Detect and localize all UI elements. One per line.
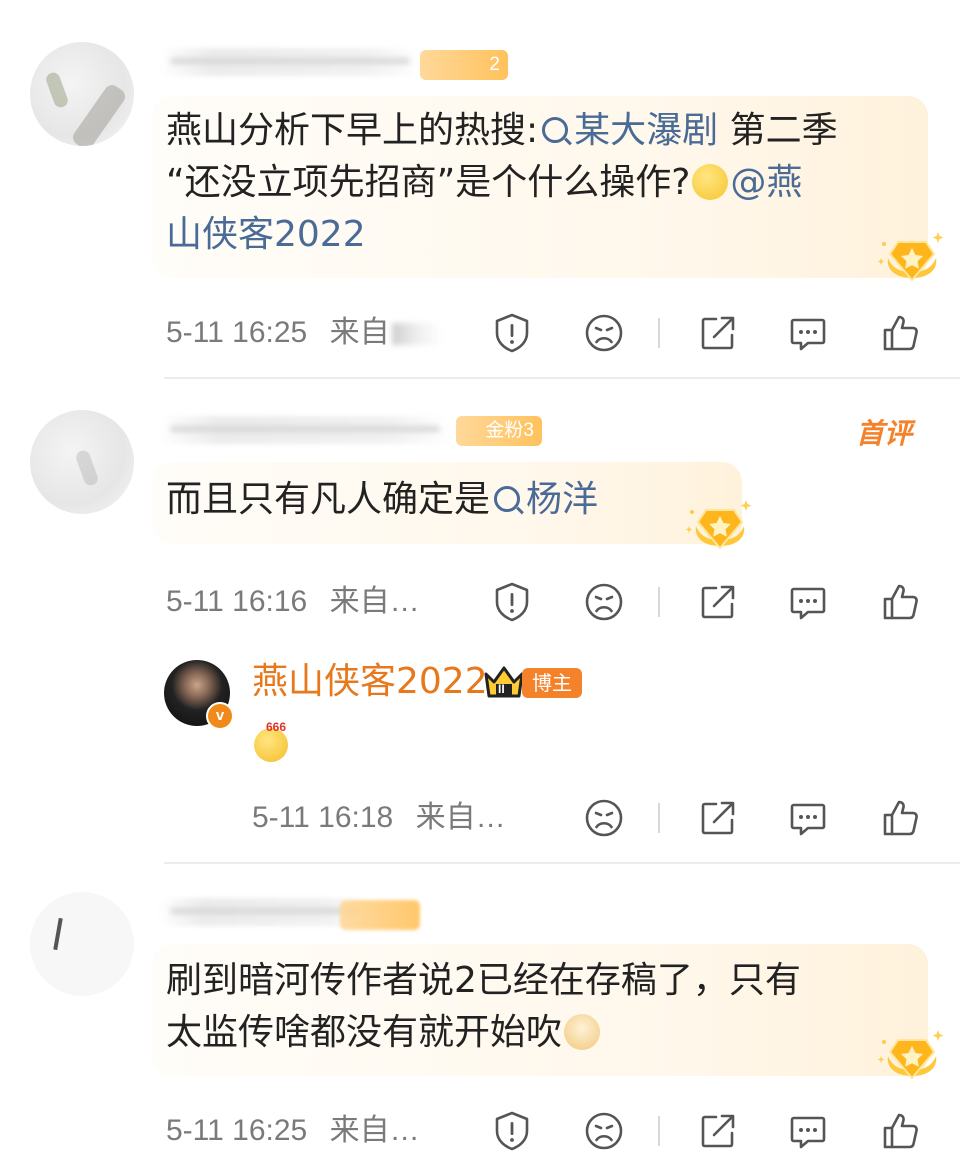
report-icon[interactable] <box>490 580 534 624</box>
dislike-icon[interactable] <box>582 580 626 624</box>
share-icon[interactable] <box>696 796 740 840</box>
sticker-text: 666 <box>266 720 287 734</box>
like-icon[interactable] <box>878 1109 922 1153</box>
first-comment-tag: 首评 <box>856 417 913 450</box>
share-icon[interactable] <box>696 580 740 624</box>
comment-icon[interactable] <box>786 580 830 624</box>
commenter-name-redacted[interactable] <box>160 48 420 76</box>
reply-meta: 5-11 16:18 来自… <box>252 798 506 838</box>
hot-search-label: 某大瀑剧 <box>574 110 719 151</box>
reply-time: 5-11 16:18 <box>252 801 394 834</box>
comment-source: 来自… <box>329 585 420 618</box>
fan-badge-redacted <box>340 900 420 930</box>
crown-level: II <box>498 682 505 696</box>
mention-link-cont[interactable]: 山侠客2022 <box>166 214 366 255</box>
comment-icon[interactable] <box>786 1109 830 1153</box>
blogger-name[interactable]: 燕山侠客2022 <box>252 659 488 705</box>
comment-meta: 5-11 16:25 来自… <box>166 1111 420 1151</box>
dislike-icon[interactable] <box>582 1109 626 1153</box>
report-icon[interactable] <box>490 311 534 355</box>
like-icon[interactable] <box>878 311 922 355</box>
comment-meta: 5-11 16:16 来自… <box>166 582 420 622</box>
comment-icon[interactable] <box>786 796 830 840</box>
verified-v-icon: v <box>206 702 234 730</box>
gold-star-medal-icon <box>876 1026 948 1086</box>
share-icon[interactable] <box>696 311 740 355</box>
fan-badge: 2 <box>420 50 508 80</box>
commenter-avatar[interactable] <box>30 892 134 996</box>
comment-text-plain: 而且只有凡人确定是 <box>166 479 491 520</box>
commenter-name-redacted[interactable] <box>160 898 370 926</box>
action-separator <box>658 803 660 833</box>
comment-source: 来自… <box>329 1114 420 1147</box>
search-icon <box>494 486 521 512</box>
comment-time: 5-11 16:16 <box>166 585 308 618</box>
source-redacted <box>391 323 442 346</box>
like-icon[interactable] <box>878 796 922 840</box>
report-icon[interactable] <box>490 1109 534 1153</box>
share-icon[interactable] <box>696 1109 740 1153</box>
laugh-cry-emoji-icon <box>692 164 729 200</box>
hot-search-label: 杨洋 <box>526 479 599 520</box>
comment-text-plain: 燕山分析下早上的热搜: <box>166 110 539 151</box>
hot-search-link[interactable]: 某大瀑剧 <box>538 110 718 151</box>
comment-source: 来自 <box>329 316 390 349</box>
crown-icon: II <box>482 664 526 700</box>
blogger-tag: 博主 <box>522 668 582 698</box>
doge-emoji-icon <box>564 1014 601 1050</box>
comment-text-line1: 刷到暗河传作者说2已经在存稿了，只有 <box>166 960 801 1001</box>
sticker-666-emoji-icon: 666 <box>252 720 292 762</box>
comment-text: 刷到暗河传作者说2已经在存稿了，只有 太监传啥都没有就开始吹 <box>166 955 926 1059</box>
comment-text: 燕山分析下早上的热搜: 某大瀑剧 第二季 “还没立项先招商”是个什么操作? @燕 山… <box>166 105 926 261</box>
comment-text-after: 第二季 <box>718 110 838 151</box>
comment-time: 5-11 16:25 <box>166 1114 308 1147</box>
action-separator <box>658 587 660 617</box>
comment-text-line2: “还没立项先招商”是个什么操作? <box>166 162 691 203</box>
hot-search-link[interactable]: 杨洋 <box>490 479 598 520</box>
comment-divider <box>164 862 960 864</box>
mention-link[interactable]: @燕 <box>730 162 802 203</box>
search-icon <box>542 117 569 143</box>
comment-text-line2: 太监传啥都没有就开始吹 <box>166 1012 563 1053</box>
action-separator <box>658 1116 660 1146</box>
reply-source: 来自… <box>415 801 506 834</box>
comment-text: 而且只有凡人确定是 杨洋 <box>166 474 598 526</box>
dislike-icon[interactable] <box>582 796 626 840</box>
commenter-name-redacted[interactable] <box>160 416 450 444</box>
dislike-icon[interactable] <box>582 311 626 355</box>
comment-divider <box>164 377 960 379</box>
comment-meta: 5-11 16:25 来自 <box>166 313 442 353</box>
commenter-avatar[interactable] <box>30 410 134 514</box>
fan-badge: 金粉3 <box>456 416 542 446</box>
gold-star-medal-icon <box>684 496 756 556</box>
comment-time: 5-11 16:25 <box>166 316 308 349</box>
commenter-avatar[interactable] <box>30 42 134 146</box>
action-separator <box>658 318 660 348</box>
gold-star-medal-icon <box>876 228 948 288</box>
like-icon[interactable] <box>878 580 922 624</box>
comment-icon[interactable] <box>786 311 830 355</box>
